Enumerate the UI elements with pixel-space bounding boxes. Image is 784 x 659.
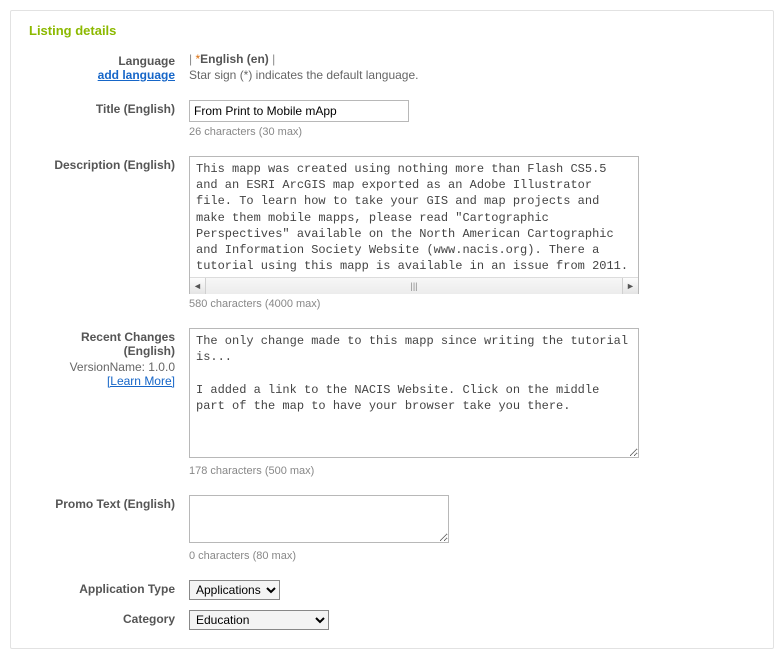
section-title: Listing details <box>29 23 755 38</box>
description-scroll[interactable] <box>190 157 638 277</box>
recent-counter: 178 characters (500 max) <box>189 465 755 477</box>
row-category: Category Education <box>29 610 755 630</box>
language-value-cell: | *English (en) | Star sign (*) indicate… <box>189 52 755 82</box>
title-label: Title (English) <box>29 100 189 116</box>
promo-textarea[interactable] <box>189 495 449 543</box>
app-type-label: Application Type <box>29 580 189 596</box>
description-label: Description (English) <box>29 156 189 172</box>
listing-details-panel: Listing details Language add language | … <box>10 10 774 649</box>
title-input[interactable] <box>189 100 409 122</box>
row-recent-changes: Recent Changes (English) VersionName: 1.… <box>29 328 755 477</box>
row-app-type: Application Type Applications <box>29 580 755 600</box>
description-textarea[interactable] <box>196 161 632 277</box>
hscroll-track[interactable]: ||| <box>206 278 622 294</box>
description-textarea-wrap: ◄ ||| ► <box>189 156 639 294</box>
recent-version: VersionName: 1.0.0 <box>29 360 175 374</box>
current-language: English (en) <box>200 52 269 66</box>
hscroll-right-arrow[interactable]: ► <box>622 278 638 294</box>
app-type-select[interactable]: Applications <box>189 580 280 600</box>
recent-changes-textarea[interactable] <box>189 328 639 458</box>
language-hint: Star sign (*) indicates the default lang… <box>189 68 755 82</box>
recent-label-cell: Recent Changes (English) VersionName: 1.… <box>29 328 189 388</box>
row-promo: Promo Text (English) 0 characters (80 ma… <box>29 495 755 562</box>
language-label: Language <box>118 54 175 68</box>
recent-learn-more-link[interactable]: [Learn More] <box>107 374 175 388</box>
lang-sep-right: | <box>272 52 275 66</box>
hscroll-left-arrow[interactable]: ◄ <box>190 278 206 294</box>
recent-label: Recent Changes (English) <box>81 330 175 358</box>
row-language: Language add language | *English (en) | … <box>29 52 755 82</box>
promo-counter: 0 characters (80 max) <box>189 550 755 562</box>
category-label: Category <box>29 610 189 626</box>
description-hscroll[interactable]: ◄ ||| ► <box>190 277 638 293</box>
promo-label: Promo Text (English) <box>29 495 189 511</box>
description-counter: 580 characters (4000 max) <box>189 298 755 310</box>
category-select[interactable]: Education <box>189 610 329 630</box>
add-language-link[interactable]: add language <box>98 68 175 82</box>
language-label-cell: Language add language <box>29 52 189 82</box>
title-counter: 26 characters (30 max) <box>189 126 755 138</box>
row-description: Description (English) ◄ ||| ► 580 charac… <box>29 156 755 310</box>
row-title: Title (English) 26 characters (30 max) <box>29 100 755 138</box>
